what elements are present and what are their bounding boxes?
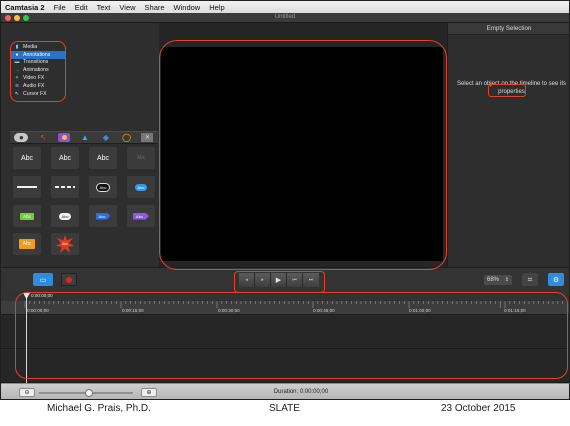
annotation-arrow-blue[interactable]: Abc	[89, 205, 117, 227]
title-bar: Untitled	[1, 13, 569, 23]
thought-bubble-icon: Abc	[58, 212, 72, 220]
annotation-bubble-blue[interactable]: Abc	[127, 176, 155, 198]
crop-icon: ⌗	[527, 274, 533, 284]
footer-author: Michael G. Prais, Ph.D.	[47, 403, 151, 414]
annotation-arrow-purple[interactable]: Abc	[127, 205, 155, 227]
record-icon	[66, 276, 72, 283]
footer-org: SLATE	[269, 403, 300, 414]
menu-help[interactable]: Help	[209, 3, 224, 12]
menu-view[interactable]: View	[119, 3, 135, 12]
annotation-line-solid[interactable]	[13, 176, 41, 198]
line-icon	[17, 186, 37, 188]
magnifier-minus-icon: ⊖	[24, 390, 30, 396]
menu-bar: Camtasia 2 File Edit Text View Share Win…	[1, 1, 569, 13]
menu-window[interactable]: Window	[174, 3, 201, 12]
zoom-dropdown[interactable]: 68% ⇕	[484, 275, 512, 285]
record-button[interactable]	[61, 273, 77, 286]
menu-file[interactable]: File	[54, 3, 66, 12]
arrow-style-button[interactable]: ↖	[37, 133, 49, 142]
slide: Camtasia 2 File Edit Text View Share Win…	[0, 0, 570, 426]
annotation-text: Abc	[20, 212, 34, 220]
arrow-shape-icon: Abc	[95, 212, 111, 220]
settings-button[interactable]: ⚙	[548, 273, 564, 286]
annotation-abc-plain[interactable]: Abc	[13, 147, 41, 169]
annotation-thought-bubble[interactable]: Abc	[51, 205, 79, 227]
starburst-icon: Abc	[56, 235, 74, 253]
annotation-text: Abc	[58, 154, 72, 162]
keystroke-style-button[interactable]: ✕	[141, 133, 154, 142]
zoom-in-button[interactable]: ⊕	[141, 388, 157, 397]
gear-icon: ⚙	[552, 276, 560, 284]
app-menu[interactable]: Camtasia 2	[5, 3, 45, 12]
camera-icon: ▭	[39, 276, 47, 284]
shape-style-button[interactable]	[58, 133, 71, 142]
status-bar: ⊖ ⊕ Duration: 0:00:00;00	[1, 383, 569, 399]
properties-header: Empty Selection	[448, 23, 569, 35]
magnifier-plus-icon: ⊕	[146, 390, 152, 396]
callout-properties	[488, 84, 526, 97]
camtasia-window: Camtasia 2 File Edit Text View Share Win…	[0, 0, 570, 400]
crop-button[interactable]: ⌗	[522, 273, 538, 286]
zoom-value: 68%	[487, 277, 500, 283]
annotation-text: Abc	[18, 239, 36, 249]
menu-share[interactable]: Share	[145, 3, 165, 12]
annotation-text: Abc	[136, 155, 146, 161]
annotation-line-dashed[interactable]	[51, 176, 79, 198]
annotation-bubble-dark[interactable]: Abc	[89, 176, 117, 198]
annotation-abc-plain-2[interactable]: Abc	[51, 147, 79, 169]
sketch-motion-button[interactable]: ◯	[121, 133, 133, 142]
annotation-abc-plain-3[interactable]: Abc	[89, 147, 117, 169]
annotation-burst-red[interactable]: Abc	[51, 233, 79, 255]
annotation-abc-faint[interactable]: Abc	[127, 147, 155, 169]
window-title: Untitled	[274, 14, 296, 20]
footer-date: 23 October 2015	[441, 403, 516, 414]
annotation-text: Abc	[20, 154, 34, 162]
arrow-shape-icon: Abc	[133, 212, 149, 220]
callout-tabs	[10, 41, 66, 102]
annotation-box-green[interactable]: Abc	[13, 205, 41, 227]
zoom-out-button[interactable]: ⊖	[19, 388, 35, 397]
timeline-zoom-knob[interactable]	[85, 389, 93, 397]
callout-timeline	[15, 292, 568, 379]
menu-edit[interactable]: Edit	[75, 3, 88, 12]
shape-icon	[61, 135, 67, 140]
annotation-text: Abc	[96, 154, 110, 162]
callout-canvas	[159, 40, 447, 270]
annotation-style-toolbar: ● ↖ ▲ ◆ ◯ ✕	[10, 131, 158, 144]
callout-transport	[234, 271, 325, 293]
speech-bubble-icon: Abc	[134, 183, 148, 191]
blur-style-button[interactable]: ▲	[79, 133, 91, 142]
menu-text[interactable]: Text	[97, 3, 111, 12]
annotation-box-orange[interactable]: Abc	[13, 233, 41, 255]
highlight-style-button[interactable]: ◆	[100, 133, 112, 142]
duration-label: Duration: 0:00:00;00	[273, 389, 329, 395]
updown-icon: ⇕	[504, 277, 509, 283]
callout-style-button[interactable]: ●	[14, 133, 29, 142]
camera-button[interactable]: ▭	[33, 273, 53, 286]
dashed-line-icon	[55, 186, 75, 188]
properties-panel: Empty Selection Select an object on the …	[447, 23, 569, 267]
speech-bubble-icon: Abc	[95, 182, 111, 192]
